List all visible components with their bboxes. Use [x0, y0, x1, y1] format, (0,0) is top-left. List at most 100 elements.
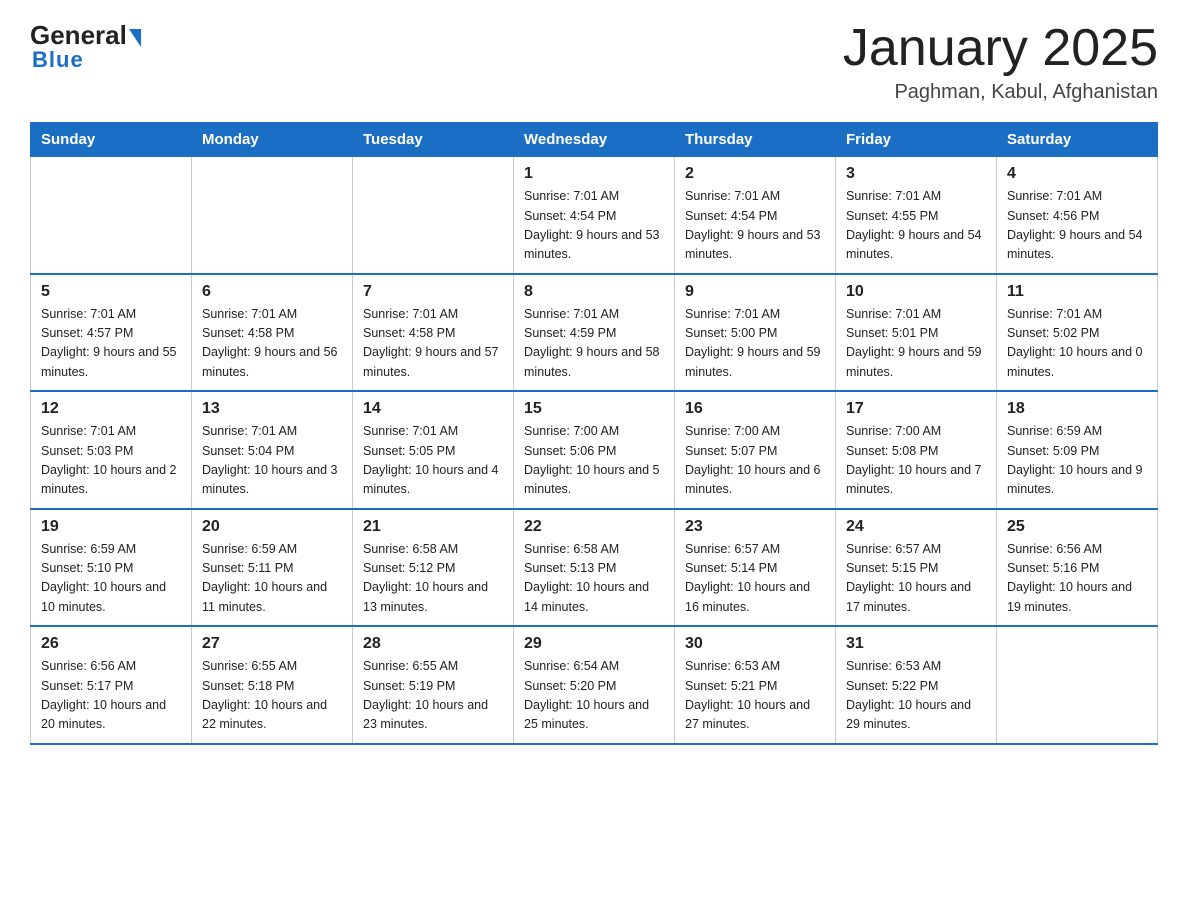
day-number: 15 — [524, 400, 664, 418]
day-info: Sunrise: 6:58 AM Sunset: 5:12 PM Dayligh… — [363, 540, 503, 618]
calendar-cell: 15 Sunrise: 7:00 AM Sunset: 5:06 PM Dayli… — [514, 391, 675, 509]
day-number: 9 — [685, 283, 825, 301]
day-number: 10 — [846, 283, 986, 301]
day-info: Sunrise: 7:00 AM Sunset: 5:06 PM Dayligh… — [524, 422, 664, 500]
day-number: 4 — [1007, 165, 1147, 183]
week-row-5: 26Sunrise: 6:56 AM Sunset: 5:17 PM Dayli… — [31, 626, 1158, 744]
day-info: Sunrise: 6:59 AM Sunset: 5:09 PM Dayligh… — [1007, 422, 1147, 500]
day-info: Sunrise: 6:59 AM Sunset: 5:10 PM Dayligh… — [41, 540, 181, 618]
day-info: Sunrise: 7:01 AM Sunset: 5:01 PM Dayligh… — [846, 305, 986, 383]
calendar-cell: 18 Sunrise: 6:59 AM Sunset: 5:09 PM Dayli… — [997, 391, 1158, 509]
calendar-cell: 25 Sunrise: 6:56 AM Sunset: 5:16 PM Dayli… — [997, 509, 1158, 627]
calendar-cell: 29 Sunrise: 6:54 AM Sunset: 5:20 PM Dayli… — [514, 626, 675, 744]
calendar-cell: 12 Sunrise: 7:01 AM Sunset: 5:03 PM Dayli… — [31, 391, 192, 509]
calendar-table: SundayMondayTuesdayWednesdayThursdayFrid… — [30, 122, 1158, 745]
day-info: Sunrise: 7:01 AM Sunset: 4:58 PM Dayligh… — [363, 305, 503, 383]
week-row-1: 1Sunrise: 7:01 AM Sunset: 4:54 PM Daylig… — [31, 157, 1158, 274]
calendar-cell: 7Sunrise: 7:01 AM Sunset: 4:58 PM Daylig… — [353, 274, 514, 392]
day-info: Sunrise: 6:53 AM Sunset: 5:21 PM Dayligh… — [685, 657, 825, 735]
day-number: 26 — [41, 635, 181, 653]
calendar-cell: 1Sunrise: 7:01 AM Sunset: 4:54 PM Daylig… — [514, 157, 675, 274]
weekday-header-friday: Friday — [836, 123, 997, 157]
day-info: Sunrise: 7:01 AM Sunset: 4:54 PM Dayligh… — [524, 187, 664, 265]
day-info: Sunrise: 7:01 AM Sunset: 5:04 PM Dayligh… — [202, 422, 342, 500]
calendar-cell: 23Sunrise: 6:57 AM Sunset: 5:14 PM Dayli… — [675, 509, 836, 627]
day-number: 22 — [524, 518, 664, 536]
day-number: 18 — [1007, 400, 1147, 418]
day-number: 31 — [846, 635, 986, 653]
logo-triangle-icon — [129, 29, 141, 47]
weekday-header-thursday: Thursday — [675, 123, 836, 157]
day-info: Sunrise: 6:55 AM Sunset: 5:19 PM Dayligh… — [363, 657, 503, 735]
calendar-cell: 30 Sunrise: 6:53 AM Sunset: 5:21 PM Dayli… — [675, 626, 836, 744]
day-info: Sunrise: 6:55 AM Sunset: 5:18 PM Dayligh… — [202, 657, 342, 735]
day-info: Sunrise: 6:54 AM Sunset: 5:20 PM Dayligh… — [524, 657, 664, 735]
day-info: Sunrise: 7:01 AM Sunset: 4:56 PM Dayligh… — [1007, 187, 1147, 265]
calendar-cell: 4 Sunrise: 7:01 AM Sunset: 4:56 PM Daylig… — [997, 157, 1158, 274]
calendar-cell: 3Sunrise: 7:01 AM Sunset: 4:55 PM Daylig… — [836, 157, 997, 274]
calendar-cell — [31, 157, 192, 274]
day-number: 14 — [363, 400, 503, 418]
day-number: 17 — [846, 400, 986, 418]
calendar-cell: 22 Sunrise: 6:58 AM Sunset: 5:13 PM Dayli… — [514, 509, 675, 627]
calendar-cell: 14 Sunrise: 7:01 AM Sunset: 5:05 PM Dayli… — [353, 391, 514, 509]
day-info: Sunrise: 6:56 AM Sunset: 5:16 PM Dayligh… — [1007, 540, 1147, 618]
weekday-header-wednesday: Wednesday — [514, 123, 675, 157]
calendar-cell: 6 Sunrise: 7:01 AM Sunset: 4:58 PM Daylig… — [192, 274, 353, 392]
calendar-cell: 27 Sunrise: 6:55 AM Sunset: 5:18 PM Dayli… — [192, 626, 353, 744]
calendar-cell: 31 Sunrise: 6:53 AM Sunset: 5:22 PM Dayli… — [836, 626, 997, 744]
calendar-cell: 17Sunrise: 7:00 AM Sunset: 5:08 PM Dayli… — [836, 391, 997, 509]
calendar-cell: 10 Sunrise: 7:01 AM Sunset: 5:01 PM Dayli… — [836, 274, 997, 392]
day-number: 19 — [41, 518, 181, 536]
day-info: Sunrise: 7:01 AM Sunset: 4:57 PM Dayligh… — [41, 305, 181, 383]
month-title: January 2025 — [843, 20, 1158, 77]
day-number: 20 — [202, 518, 342, 536]
calendar-cell: 8 Sunrise: 7:01 AM Sunset: 4:59 PM Daylig… — [514, 274, 675, 392]
day-number: 25 — [1007, 518, 1147, 536]
calendar-cell — [192, 157, 353, 274]
calendar-cell: 9 Sunrise: 7:01 AM Sunset: 5:00 PM Daylig… — [675, 274, 836, 392]
day-number: 12 — [41, 400, 181, 418]
day-number: 24 — [846, 518, 986, 536]
calendar-cell: 19 Sunrise: 6:59 AM Sunset: 5:10 PM Dayli… — [31, 509, 192, 627]
calendar-cell — [997, 626, 1158, 744]
day-number: 27 — [202, 635, 342, 653]
day-number: 30 — [685, 635, 825, 653]
day-number: 13 — [202, 400, 342, 418]
day-number: 11 — [1007, 283, 1147, 301]
logo: General Blue — [30, 20, 141, 73]
day-info: Sunrise: 7:01 AM Sunset: 4:58 PM Dayligh… — [202, 305, 342, 383]
calendar-cell: 2Sunrise: 7:01 AM Sunset: 4:54 PM Daylig… — [675, 157, 836, 274]
calendar-cell: 5 Sunrise: 7:01 AM Sunset: 4:57 PM Daylig… — [31, 274, 192, 392]
calendar-cell: 11 Sunrise: 7:01 AM Sunset: 5:02 PM Dayli… — [997, 274, 1158, 392]
day-info: Sunrise: 7:01 AM Sunset: 5:00 PM Dayligh… — [685, 305, 825, 383]
logo-blue-text: Blue — [30, 47, 84, 73]
day-info: Sunrise: 7:01 AM Sunset: 4:54 PM Dayligh… — [685, 187, 825, 265]
weekday-header-saturday: Saturday — [997, 123, 1158, 157]
weekday-header-sunday: Sunday — [31, 123, 192, 157]
calendar-cell: 21 Sunrise: 6:58 AM Sunset: 5:12 PM Dayli… — [353, 509, 514, 627]
day-info: Sunrise: 7:01 AM Sunset: 5:03 PM Dayligh… — [41, 422, 181, 500]
day-number: 29 — [524, 635, 664, 653]
day-info: Sunrise: 6:53 AM Sunset: 5:22 PM Dayligh… — [846, 657, 986, 735]
day-number: 5 — [41, 283, 181, 301]
weekday-header-row: SundayMondayTuesdayWednesdayThursdayFrid… — [31, 123, 1158, 157]
weekday-header-tuesday: Tuesday — [353, 123, 514, 157]
week-row-3: 12 Sunrise: 7:01 AM Sunset: 5:03 PM Dayli… — [31, 391, 1158, 509]
calendar-cell: 26Sunrise: 6:56 AM Sunset: 5:17 PM Dayli… — [31, 626, 192, 744]
weekday-header-monday: Monday — [192, 123, 353, 157]
calendar-cell: 20Sunrise: 6:59 AM Sunset: 5:11 PM Dayli… — [192, 509, 353, 627]
day-info: Sunrise: 6:57 AM Sunset: 5:14 PM Dayligh… — [685, 540, 825, 618]
day-info: Sunrise: 7:01 AM Sunset: 5:02 PM Dayligh… — [1007, 305, 1147, 383]
day-info: Sunrise: 6:58 AM Sunset: 5:13 PM Dayligh… — [524, 540, 664, 618]
title-block: January 2025 Paghman, Kabul, Afghanistan — [843, 20, 1158, 104]
day-info: Sunrise: 7:01 AM Sunset: 5:05 PM Dayligh… — [363, 422, 503, 500]
day-number: 28 — [363, 635, 503, 653]
day-number: 6 — [202, 283, 342, 301]
calendar-cell: 28 Sunrise: 6:55 AM Sunset: 5:19 PM Dayli… — [353, 626, 514, 744]
day-number: 21 — [363, 518, 503, 536]
calendar-cell: 13 Sunrise: 7:01 AM Sunset: 5:04 PM Dayli… — [192, 391, 353, 509]
day-number: 8 — [524, 283, 664, 301]
day-number: 3 — [846, 165, 986, 183]
day-info: Sunrise: 7:01 AM Sunset: 4:59 PM Dayligh… — [524, 305, 664, 383]
